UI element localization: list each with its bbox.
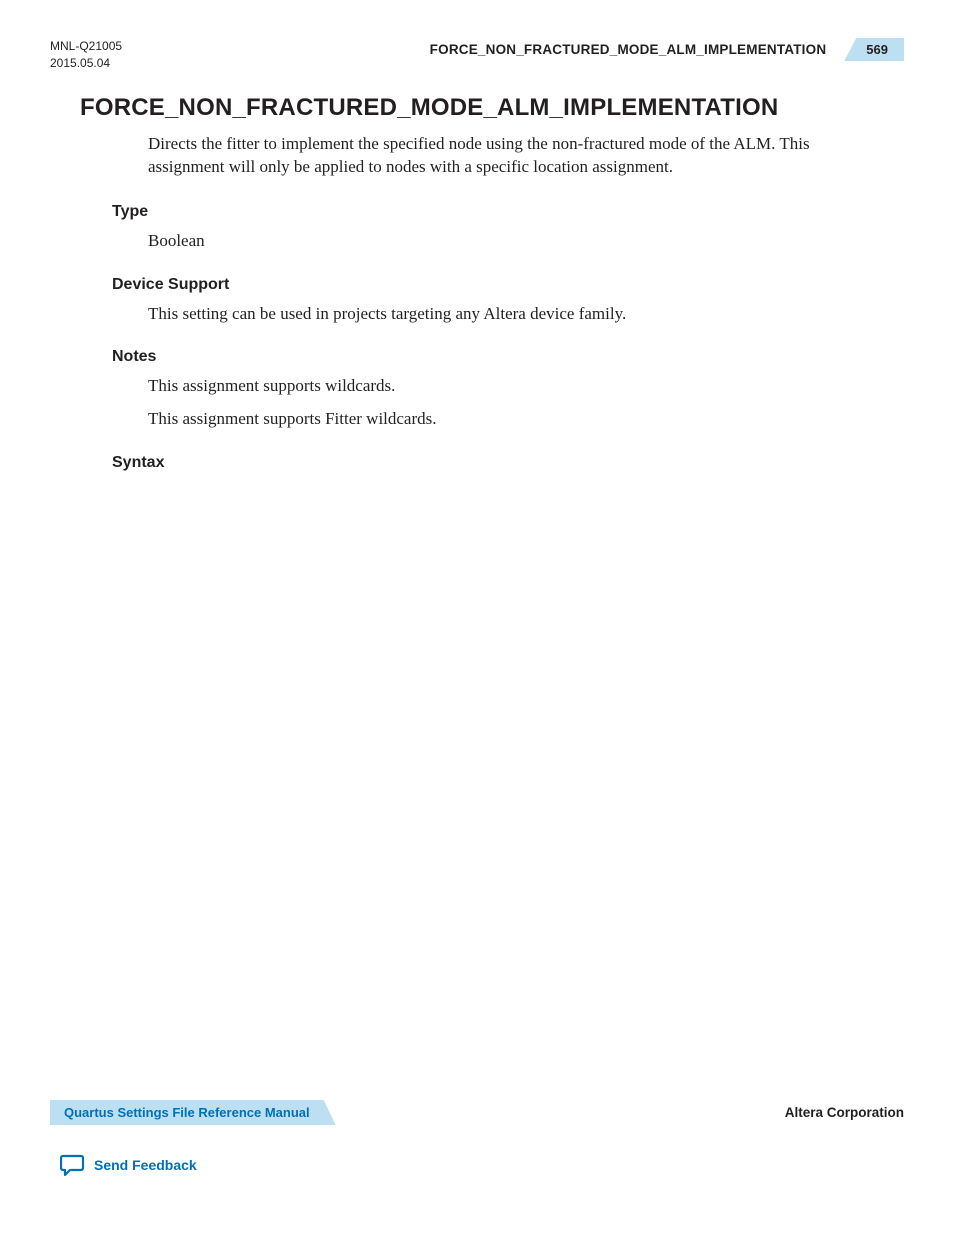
notes-line-1: This assignment supports wildcards. bbox=[148, 374, 868, 399]
footer-bar: Quartus Settings File Reference Manual A… bbox=[50, 1100, 904, 1125]
page-header: MNL-Q21005 2015.05.04 FORCE_NON_FRACTURE… bbox=[50, 38, 904, 72]
doc-id: MNL-Q21005 bbox=[50, 38, 122, 55]
section-heading-type: Type bbox=[112, 203, 904, 221]
running-title: FORCE_NON_FRACTURED_MODE_ALM_IMPLEMENTAT… bbox=[430, 42, 827, 57]
page-footer: Quartus Settings File Reference Manual A… bbox=[50, 1100, 904, 1177]
device-support-text: This setting can be used in projects tar… bbox=[148, 302, 868, 327]
intro-paragraph: Directs the fitter to implement the spec… bbox=[148, 132, 868, 180]
doc-date: 2015.05.04 bbox=[50, 55, 122, 72]
section-heading-notes: Notes bbox=[112, 348, 904, 366]
type-value: Boolean bbox=[148, 229, 868, 254]
notes-line-2: This assignment supports Fitter wildcard… bbox=[148, 407, 868, 432]
manual-title-link[interactable]: Quartus Settings File Reference Manual bbox=[50, 1100, 336, 1125]
speech-bubble-icon bbox=[60, 1153, 86, 1177]
feedback-label: Send Feedback bbox=[94, 1157, 197, 1173]
page-title: FORCE_NON_FRACTURED_MODE_ALM_IMPLEMENTAT… bbox=[80, 94, 904, 122]
send-feedback-link[interactable]: Send Feedback bbox=[60, 1153, 904, 1177]
section-body-device-support: This setting can be used in projects tar… bbox=[148, 302, 868, 327]
section-body-type: Boolean bbox=[148, 229, 868, 254]
header-left: MNL-Q21005 2015.05.04 bbox=[50, 38, 122, 72]
section-heading-device-support: Device Support bbox=[112, 276, 904, 294]
section-body-notes: This assignment supports wildcards. This… bbox=[148, 374, 868, 431]
header-right: FORCE_NON_FRACTURED_MODE_ALM_IMPLEMENTAT… bbox=[430, 38, 904, 61]
page-number: 569 bbox=[844, 38, 904, 61]
company-name: Altera Corporation bbox=[785, 1105, 904, 1120]
section-heading-syntax: Syntax bbox=[112, 454, 904, 472]
